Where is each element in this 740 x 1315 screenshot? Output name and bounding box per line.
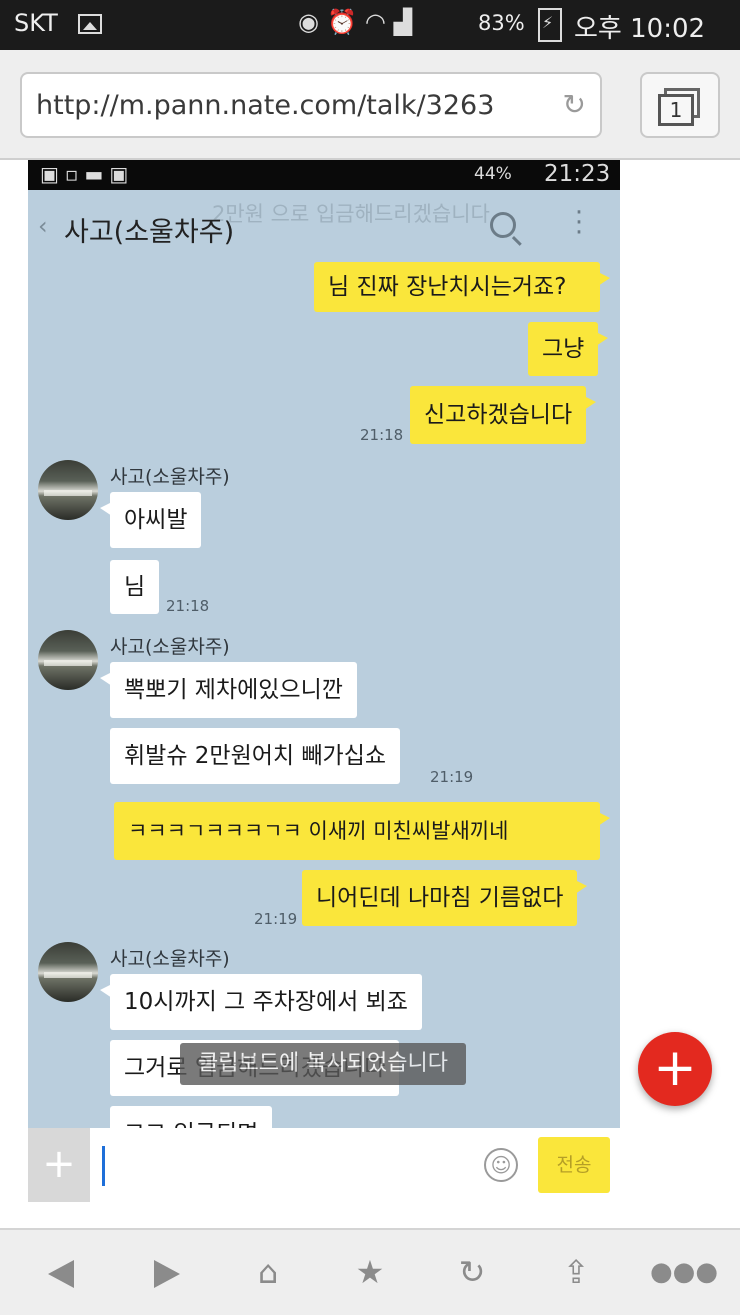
other-message[interactable]: 아씨발 <box>99 492 202 548</box>
star-icon[interactable]: ★ <box>350 1252 390 1292</box>
plus-icon[interactable]: + <box>28 1128 90 1202</box>
inner-battery: 44% <box>474 164 512 184</box>
battery-percent: 83% <box>478 11 525 35</box>
my-message[interactable]: 그냥 <box>528 322 609 376</box>
battery-icon <box>538 8 562 42</box>
my-message[interactable]: 님 진짜 장난치시는거죠? <box>314 262 610 312</box>
emoji-icon[interactable]: ☺ <box>484 1148 518 1182</box>
sender-name: 사고(소울차주) <box>110 948 230 970</box>
address-bar[interactable]: http://m.pann.nate.com/talk/3263 ↻ <box>20 72 602 138</box>
message-time: 21:19 <box>430 768 474 786</box>
avatar[interactable] <box>38 460 98 520</box>
sender-name: 사고(소울차주) <box>110 466 230 488</box>
message-time: 21:19 <box>254 910 298 928</box>
message-input[interactable] <box>102 1146 105 1186</box>
ghost-text: 2만원 으로 입금해드리겠습니다 <box>212 202 490 226</box>
clipboard-toast: 클립보드에 복사되었습니다 <box>180 1043 466 1085</box>
avatar[interactable] <box>38 630 98 690</box>
my-message[interactable]: ㅋㅋㅋㄱㅋㅋㅋㄱㅋ 이새끼 미친씨발새끼네 <box>114 802 610 860</box>
alarm-icon: ⏰ <box>326 8 365 36</box>
chat-header: 2만원 으로 입금해드리겠습니다 ‹ 사고(소울차주) · · · <box>28 190 620 260</box>
home-icon[interactable]: ⌂ <box>248 1252 288 1292</box>
inner-notification-icons: ▣▫▬▣ <box>40 162 135 186</box>
my-message[interactable]: 니어딘데 나마침 기름없다 <box>302 870 588 926</box>
search-icon[interactable] <box>490 212 516 238</box>
floating-write-button[interactable]: + <box>638 1032 712 1106</box>
forward-icon[interactable] <box>154 1260 180 1288</box>
share-icon[interactable]: ⇪ <box>556 1252 596 1292</box>
tab-count: 1 <box>658 94 694 126</box>
message-time: 21:18 <box>360 426 404 444</box>
clock: 오후 10:02 <box>574 14 706 44</box>
url-text: http://m.pann.nate.com/talk/3263 <box>36 90 495 121</box>
avatar[interactable] <box>38 942 98 1002</box>
gallery-icon <box>78 14 102 34</box>
more-icon[interactable]: ●●● <box>650 1252 718 1292</box>
sender-name: 사고(소울차주) <box>110 636 230 658</box>
other-message[interactable]: 뽁뽀기 제차에있으니깐 <box>100 662 357 718</box>
chat-title: 사고(소울차주) <box>64 217 235 248</box>
tabs-button[interactable]: 1 <box>640 72 720 138</box>
send-button[interactable]: 전송 <box>538 1137 610 1193</box>
other-message[interactable]: 10시까지 그 주차장에서 뵈죠 <box>100 974 422 1030</box>
signal-icon: ▟ <box>393 8 421 36</box>
status-icons: ◉⏰◠▟ <box>298 8 420 36</box>
chat-screenshot: ▣▫▬▣ 44% 21:23 2만원 으로 입금해드리겠습니다 ‹ 사고(소울차… <box>28 160 620 1228</box>
eye-icon: ◉ <box>298 8 327 36</box>
inner-status-bar: ▣▫▬▣ 44% 21:23 <box>28 160 620 190</box>
my-message[interactable]: 신고하겠습니다 <box>410 386 597 444</box>
reload-icon[interactable]: ↻ <box>563 88 586 121</box>
carrier-label: SKT <box>14 9 58 37</box>
status-bar: SKT ◉⏰◠▟ 83% 오후 10:02 <box>0 0 740 50</box>
refresh-icon[interactable]: ↻ <box>452 1252 492 1292</box>
chat-input-area: + ☺ 전송 <box>28 1128 620 1228</box>
back-chevron-icon[interactable]: ‹ <box>38 212 48 240</box>
other-message[interactable]: 휘발슈 2만원어치 빼가십쇼 <box>110 728 401 784</box>
wifi-icon: ◠ <box>364 8 394 36</box>
browser-toolbar: http://m.pann.nate.com/talk/3263 ↻ 1 <box>0 50 740 160</box>
message-time: 21:18 <box>166 597 210 615</box>
menu-icon[interactable]: · · · <box>574 200 584 246</box>
browser-bottom-nav: ⌂ ★ ↻ ⇪ ●●● <box>0 1228 740 1315</box>
back-icon[interactable] <box>48 1260 74 1288</box>
inner-clock: 21:23 <box>544 161 611 187</box>
other-message[interactable]: 님 <box>110 560 160 614</box>
